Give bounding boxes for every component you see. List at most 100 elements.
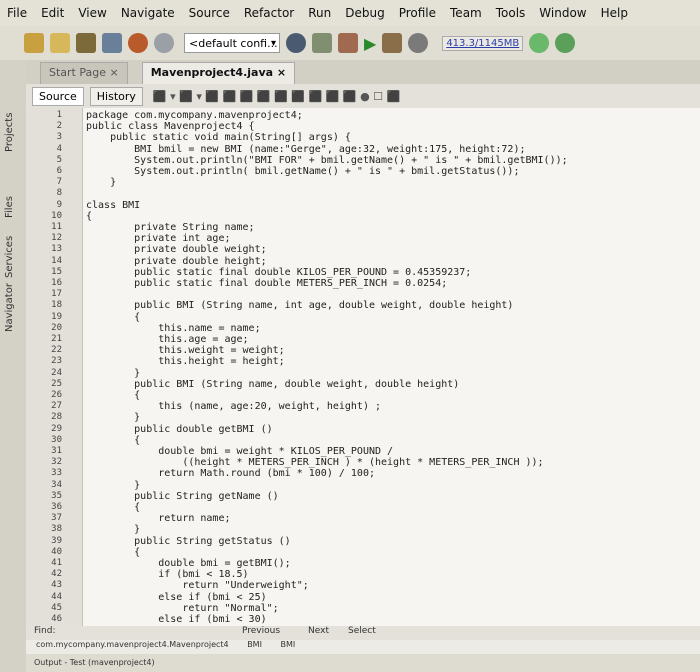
code-line[interactable]: } — [86, 524, 140, 535]
code-line[interactable]: private double weight; — [86, 244, 266, 255]
code-line[interactable]: } — [86, 177, 116, 188]
code-line[interactable]: return name; — [86, 513, 230, 524]
new-project-icon[interactable] — [24, 33, 44, 53]
code-line[interactable]: System.out.println("BMI FOR" + bmil.getN… — [86, 155, 567, 166]
tab-mavenproject4[interactable]: Mavenproject4.java × — [141, 62, 296, 84]
line-number: 45 — [51, 602, 62, 613]
code-line[interactable]: private String name; — [86, 222, 254, 233]
code-line[interactable]: this.weight = weight; — [86, 345, 284, 356]
code-line[interactable]: else if (bmi < 30) — [86, 614, 266, 625]
save-all-icon[interactable] — [102, 33, 122, 53]
find-bar: Find: Previous Next Select — [26, 626, 700, 640]
code-line[interactable]: public BMI (String name, double weight, … — [86, 379, 459, 390]
history-button[interactable]: History — [89, 86, 143, 106]
services-tab[interactable]: Services — [4, 236, 15, 278]
menu-source[interactable]: Source — [182, 6, 237, 20]
code-line[interactable]: this.age = age; — [86, 334, 248, 345]
code-line[interactable]: public class Mavenproject4 { — [86, 121, 255, 132]
code-line[interactable]: private int age; — [86, 233, 230, 244]
code-line[interactable]: else if (bmi < 25) — [86, 592, 266, 603]
menu-edit[interactable]: Edit — [34, 6, 71, 20]
code-line[interactable]: double bmi = weight * KILOS_PER_POUND / — [86, 446, 393, 457]
code-line[interactable]: public static void main(String[] args) { — [86, 132, 351, 143]
code-line[interactable]: return "Underweight"; — [86, 580, 308, 591]
previous-button[interactable]: Previous — [242, 626, 280, 636]
gc-alt-icon[interactable] — [555, 33, 576, 53]
target-icon[interactable] — [286, 33, 306, 53]
code-line[interactable]: BMI bmil = new BMI (name:"Gerge", age:32… — [86, 144, 525, 155]
menu-team[interactable]: Team — [443, 6, 489, 20]
navigator-tab[interactable]: Navigator — [4, 283, 15, 332]
run-icon[interactable]: ▶ — [364, 34, 376, 53]
line-number: 42 — [51, 569, 62, 580]
code-line[interactable]: private double height; — [86, 256, 266, 267]
menu-tools[interactable]: Tools — [489, 6, 533, 20]
profile-icon[interactable] — [408, 33, 429, 53]
code-line[interactable]: return Math.round (bmi * 100) / 100; — [86, 468, 375, 479]
gc-icon[interactable] — [529, 33, 550, 53]
menu-view[interactable]: View — [71, 6, 113, 20]
new-file-icon[interactable] — [50, 33, 70, 53]
code-line[interactable]: public double getBMI () — [86, 424, 272, 435]
code-line[interactable]: { — [86, 435, 140, 446]
undo-icon[interactable] — [128, 33, 148, 53]
code-line[interactable]: public String getStatus () — [86, 536, 291, 547]
code-line[interactable]: package com.mycompany.mavenproject4; — [86, 110, 303, 121]
menu-debug[interactable]: Debug — [338, 6, 391, 20]
breadcrumb-class[interactable]: BMI — [247, 640, 262, 649]
code-line[interactable]: this (name, age:20, weight, height) ; — [86, 401, 381, 412]
code-line[interactable]: } — [86, 368, 140, 379]
menu-window[interactable]: Window — [532, 6, 593, 20]
code-editor[interactable]: 1 package com.mycompany.mavenproject4; 2 pu… — [26, 108, 700, 626]
code-line[interactable]: } — [86, 412, 140, 423]
debug-icon[interactable] — [382, 33, 403, 53]
code-line[interactable]: public static final double KILOS_PER_POU… — [86, 267, 471, 278]
source-button[interactable]: Source — [32, 86, 84, 106]
line-number: 18 — [51, 300, 62, 311]
open-project-icon[interactable] — [76, 33, 96, 53]
code-line[interactable]: public static final double METERS_PER_IN… — [86, 278, 447, 289]
code-line[interactable]: return "Normal"; — [86, 603, 278, 614]
files-tab[interactable]: Files — [4, 196, 15, 218]
output-window-tab[interactable]: Output - Test (mavenproject4) — [26, 654, 700, 672]
close-icon[interactable]: × — [110, 66, 119, 79]
code-line[interactable]: ((height * METERS_PER_INCH ) * (height *… — [86, 457, 543, 468]
memory-indicator[interactable]: 413.3/1145MB — [442, 35, 524, 51]
config-select[interactable]: <default confi... ▾ — [184, 33, 280, 53]
line-number: 13 — [51, 244, 62, 255]
breadcrumb-method[interactable]: BMI — [280, 640, 295, 649]
code-line[interactable]: class BMI — [86, 200, 140, 211]
code-line[interactable]: { — [86, 547, 140, 558]
close-icon[interactable]: × — [277, 66, 286, 79]
code-line[interactable]: if (bmi < 18.5) — [86, 569, 248, 580]
breadcrumb-path[interactable]: com.mycompany.mavenproject4.Mavenproject… — [36, 640, 229, 649]
tab-start-page[interactable]: Start Page × — [40, 62, 128, 84]
clean-build-icon[interactable] — [338, 33, 358, 53]
code-line[interactable]: double bmi = getBMI(); — [86, 558, 290, 569]
line-number: 7 — [56, 177, 62, 188]
code-line[interactable]: public BMI (String name, int age, double… — [86, 300, 513, 311]
select-button[interactable]: Select — [348, 626, 376, 636]
code-line[interactable]: { — [86, 502, 140, 513]
code-line[interactable]: { — [86, 390, 140, 401]
menu-file[interactable]: File — [0, 6, 34, 20]
next-button[interactable]: Next — [308, 626, 329, 636]
menu-profile[interactable]: Profile — [392, 6, 443, 20]
code-line[interactable]: public String getName () — [86, 491, 279, 502]
main-toolbar: <default confi... ▾ ▶ 413.3/1145MB — [0, 26, 700, 61]
line-number: 41 — [51, 558, 62, 568]
code-line[interactable]: System.out.println( bmil.getName() + " i… — [86, 166, 519, 177]
menu-navigate[interactable]: Navigate — [114, 6, 182, 20]
projects-tab[interactable]: Projects — [4, 113, 15, 152]
menu-run[interactable]: Run — [301, 6, 338, 20]
menu-refactor[interactable]: Refactor — [237, 6, 301, 20]
redo-icon[interactable] — [154, 33, 174, 53]
menu-help[interactable]: Help — [594, 6, 635, 20]
build-hammer-icon[interactable] — [312, 33, 332, 53]
code-line[interactable]: { — [86, 211, 92, 222]
code-line[interactable]: } — [86, 480, 140, 491]
code-line[interactable]: this.height = height; — [86, 356, 284, 367]
editor-action-icons[interactable]: ⬛ ▾ ⬛ ▾ ⬛ ⬛ ⬛ ⬛ ⬛ ⬛ ⬛ ⬛ ⬛ ● ☐ ⬛ — [153, 90, 400, 103]
code-line[interactable]: this.name = name; — [86, 323, 260, 334]
code-line[interactable]: { — [86, 312, 140, 323]
